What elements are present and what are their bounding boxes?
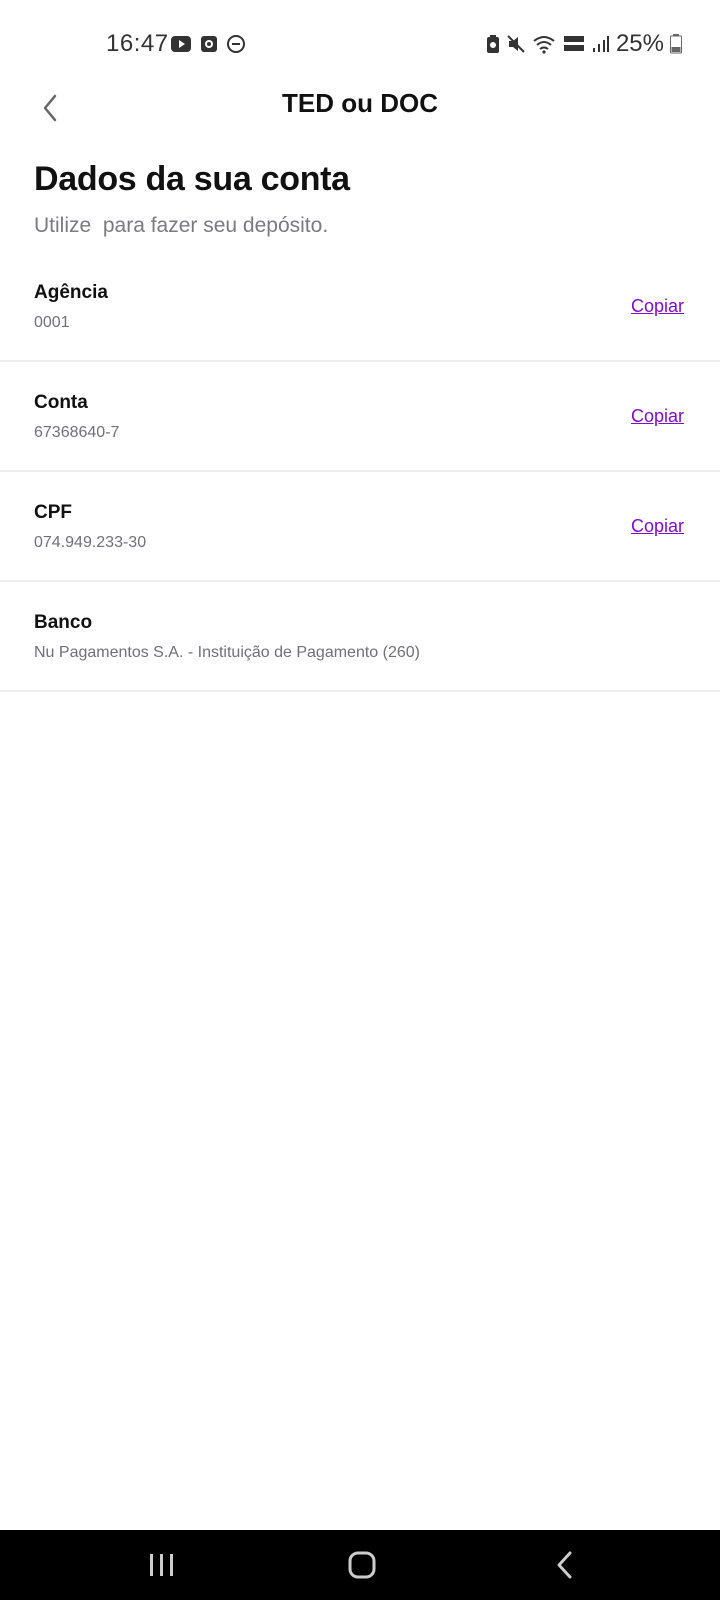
youtube-icon xyxy=(171,36,191,52)
header: TED ou DOC xyxy=(0,82,720,132)
status-left-icons xyxy=(170,34,246,54)
bank-row: Banco Nu Pagamentos S.A. - Instituição d… xyxy=(0,582,720,692)
battery-percentage: 25% xyxy=(615,30,664,57)
do-not-disturb-icon xyxy=(227,35,245,53)
copy-cpf-button[interactable]: Copiar xyxy=(631,516,684,537)
status-time: 16:47 xyxy=(106,30,169,57)
home-button[interactable] xyxy=(302,1530,422,1600)
account-label: Conta xyxy=(34,392,88,413)
recent-apps-icon xyxy=(150,1554,173,1576)
header-title: TED ou DOC xyxy=(282,88,438,118)
mute-icon xyxy=(507,35,525,53)
home-icon xyxy=(348,1551,376,1579)
cpf-row: CPF 074.949.233-30 Copiar xyxy=(0,472,720,582)
account-value: 67368640-7 xyxy=(34,424,120,441)
back-arrow-icon xyxy=(557,1551,572,1579)
signal-icon xyxy=(592,36,609,52)
copy-agency-button[interactable]: Copiar xyxy=(631,296,684,317)
navigation-bar xyxy=(0,1530,720,1600)
account-details-list: Agência 0001 Copiar Conta 67368640-7 Cop… xyxy=(0,252,720,692)
system-back-button[interactable] xyxy=(504,1530,624,1600)
copy-account-button[interactable]: Copiar xyxy=(631,406,684,427)
cpf-label: CPF xyxy=(34,502,72,523)
agency-value: 0001 xyxy=(34,314,70,331)
status-bar: 16:47 25% xyxy=(0,0,720,88)
screen-record-icon xyxy=(201,36,217,52)
account-row: Conta 67368640-7 Copiar xyxy=(0,362,720,472)
agency-row: Agência 0001 Copiar xyxy=(0,252,720,362)
recent-apps-button[interactable] xyxy=(102,1530,222,1600)
status-right-icons: 25% xyxy=(486,30,682,58)
bank-label: Banco xyxy=(34,612,93,633)
cpf-value: 074.949.233-30 xyxy=(34,534,147,551)
page-title: Dados da sua conta xyxy=(34,160,350,198)
bank-value: Nu Pagamentos S.A. - Instituição de Paga… xyxy=(34,644,420,661)
agency-label: Agência xyxy=(34,282,108,303)
volte-icon xyxy=(563,36,584,51)
battery-saver-icon xyxy=(486,35,499,53)
battery-icon xyxy=(670,34,682,54)
page-subtitle: Utilize para fazer seu depósito. xyxy=(34,214,329,237)
wifi-icon xyxy=(533,36,555,54)
